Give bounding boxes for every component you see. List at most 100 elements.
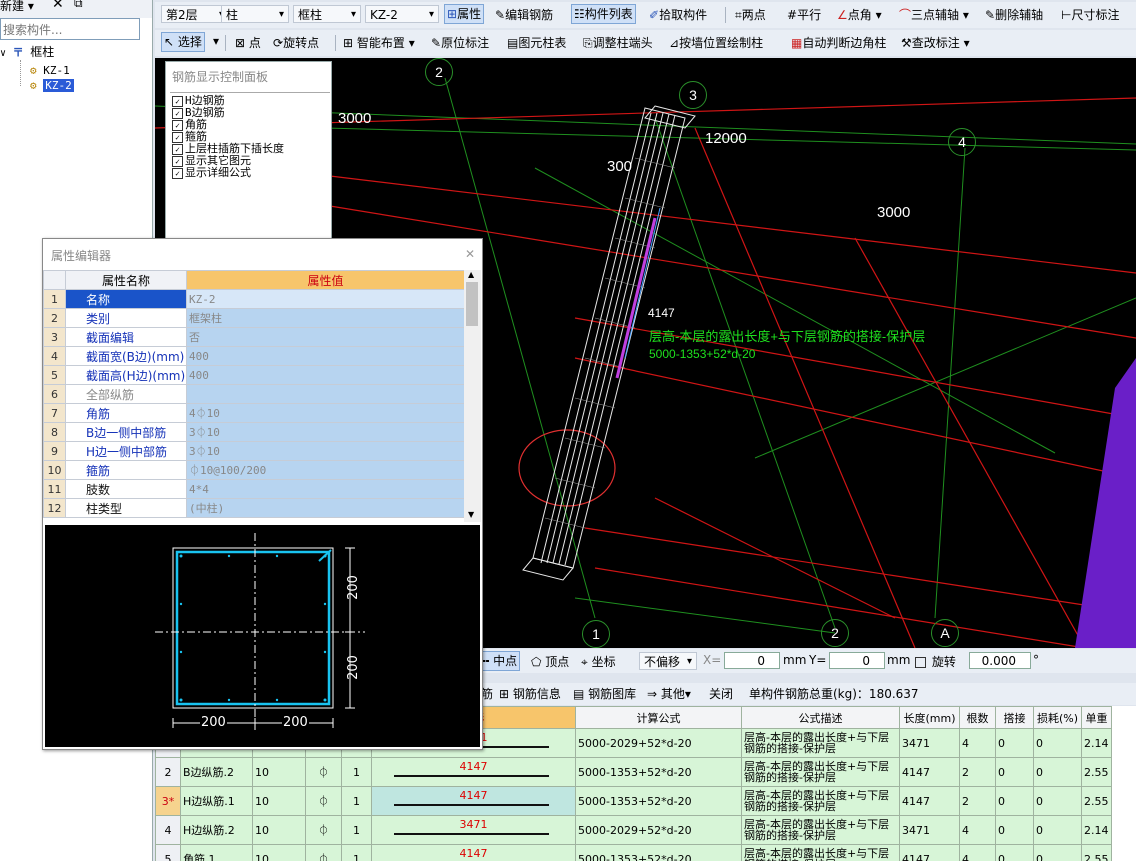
coord-button[interactable]: ⌖ 坐标 [581, 653, 616, 670]
cell-dia[interactable]: 10 [252, 786, 306, 816]
checkbox-detailed-formula[interactable]: ✓ 显示详细公式 [172, 167, 251, 179]
property-value[interactable]: 400 [186, 365, 465, 385]
cell-name[interactable]: H边纵筋.2 [180, 815, 253, 845]
cell-code[interactable]: 1 [341, 815, 372, 845]
tree-item-kz2[interactable]: ⚙ KZ-2 [30, 78, 74, 93]
cell-unit[interactable]: 2.14 [1081, 728, 1112, 758]
scroll-thumb[interactable] [466, 282, 478, 326]
cell-count[interactable]: 4 [959, 728, 996, 758]
expand-icon[interactable]: ∨ [0, 48, 6, 59]
cell-len[interactable]: 4147 [899, 786, 960, 816]
auto-corner-button[interactable]: ▦自动判断边角柱 [791, 34, 886, 51]
table-row[interactable]: 5 角筋.1 10 ⏀ 1 4147 5000-1353+52*d-20 层高-本层的露出长度… [155, 844, 1112, 861]
cell-desc[interactable]: 层高-本层的露出长度+与下层钢筋的搭接-保护层 [741, 757, 900, 787]
draw-by-wall-button[interactable]: ⊿按墙位置绘制柱 [669, 34, 763, 51]
cell-formula[interactable]: 5000-2029+52*d-20 [575, 728, 742, 758]
component-select[interactable]: KZ-2 [365, 5, 439, 24]
shape-cell[interactable]: 4147 [371, 786, 576, 816]
cell-formula[interactable]: 5000-2029+52*d-20 [575, 815, 742, 845]
subtype-select[interactable]: 框柱 [293, 5, 361, 24]
select-button[interactable]: ↖ 选择 [161, 32, 205, 52]
property-value[interactable]: (中柱) [186, 498, 465, 518]
property-value[interactable]: 3⏀10 [186, 441, 465, 461]
cell-grade[interactable]: ⏀ [305, 786, 342, 816]
cell-dia[interactable]: 10 [252, 757, 306, 787]
edit-rebar-button[interactable]: ✎编辑钢筋 [495, 6, 553, 23]
checkbox-icon[interactable] [915, 657, 926, 668]
property-row[interactable]: 1 名称 KZ-2 [43, 289, 465, 309]
cell-dia[interactable]: 10 [252, 815, 306, 845]
cell-lap[interactable]: 0 [995, 815, 1034, 845]
property-value[interactable]: KZ-2 [186, 289, 465, 309]
property-row[interactable]: 2 类别 框架柱 [43, 308, 465, 328]
property-row[interactable]: 6 全部纵筋 [43, 384, 465, 404]
close-icon[interactable]: ✕ [463, 247, 477, 261]
property-row[interactable]: 8 B边一侧中部筋 3⏀10 [43, 422, 465, 442]
rebar-info-button[interactable]: ⊞ 钢筋信息 [499, 685, 561, 702]
shape-cell[interactable]: 3471 [371, 815, 576, 845]
cell-loss[interactable]: 0 [1033, 757, 1082, 787]
cell-grade[interactable]: ⏀ [305, 815, 342, 845]
cell-formula[interactable]: 5000-1353+52*d-20 [575, 757, 742, 787]
property-value[interactable]: 3⏀10 [186, 422, 465, 442]
checkbox-icon[interactable]: ✓ [172, 131, 183, 143]
cell-len[interactable]: 4147 [899, 757, 960, 787]
three-point-axis-button[interactable]: ⌒三点辅轴 ▾ [899, 6, 969, 23]
close-button[interactable]: 关闭 [709, 685, 733, 702]
cell-name[interactable]: H边纵筋.1 [180, 786, 253, 816]
property-row[interactable]: 4 截面宽(B边)(mm) 400 [43, 346, 465, 366]
adjust-end-button[interactable]: ⎘调整柱端头 [583, 34, 653, 51]
property-value[interactable]: 否 [186, 327, 465, 347]
shape-cell[interactable]: 4147 [371, 844, 576, 861]
table-row[interactable]: 3* H边纵筋.1 10 ⏀ 1 4147 5000-1353+52*d-20 层高-本层的露… [155, 786, 1112, 816]
original-mark-button[interactable]: ✎原位标注 [431, 34, 489, 51]
delete-icon[interactable]: ✕ [52, 0, 64, 12]
checkbox-icon[interactable]: ✓ [172, 95, 183, 107]
parallel-button[interactable]: #平行 [787, 6, 821, 23]
pick-component-button[interactable]: ✐拾取构件 [649, 6, 707, 23]
property-scrollbar[interactable]: ▲ ▼ [464, 270, 481, 522]
rebar-library-button[interactable]: ▤ 钢筋图库 [573, 685, 636, 702]
cell-code[interactable]: 1 [341, 757, 372, 787]
cell-formula[interactable]: 5000-1353+52*d-20 [575, 786, 742, 816]
row-number[interactable]: 3* [155, 786, 181, 816]
property-row[interactable]: 9 H边一侧中部筋 3⏀10 [43, 441, 465, 461]
y-input[interactable]: 0 [829, 652, 885, 669]
cell-loss[interactable]: 0 [1033, 786, 1082, 816]
property-value[interactable]: ⏀10@100/200 [186, 460, 465, 480]
x-input[interactable]: 0 [724, 652, 780, 669]
midpoint-button[interactable]: ╍ 中点 [479, 651, 521, 671]
cell-unit[interactable]: 2.55 [1081, 844, 1112, 861]
cell-desc[interactable]: 层高-本层的露出长度+与下层钢筋的搭接-保护层 [741, 815, 900, 845]
property-row[interactable]: 10 箍筋 ⏀10@100/200 [43, 460, 465, 480]
row-number[interactable]: 5 [155, 844, 181, 861]
property-row[interactable]: 12 柱类型 (中柱) [43, 498, 465, 518]
property-row[interactable]: 11 肢数 4*4 [43, 479, 465, 499]
checkbox-icon[interactable]: ✓ [172, 167, 183, 179]
other-button[interactable]: ⇒ 其他▾ [647, 685, 691, 702]
cell-code[interactable]: 1 [341, 844, 372, 861]
property-row[interactable]: 7 角筋 4⏀10 [43, 403, 465, 423]
cell-lap[interactable]: 0 [995, 844, 1034, 861]
row-number[interactable]: 4 [155, 815, 181, 845]
point-button[interactable]: ⊠ 点 [235, 34, 261, 51]
search-input[interactable]: 搜索构件... [0, 18, 140, 40]
cell-lap[interactable]: 0 [995, 728, 1034, 758]
smart-layout-button[interactable]: ⊞ 智能布置 ▾ [343, 34, 415, 51]
cell-desc[interactable]: 层高-本层的露出长度+与下层钢筋的搭接-保护层 [741, 728, 900, 758]
modify-mark-button[interactable]: ⚒查改标注 ▾ [901, 34, 970, 51]
offset-select[interactable]: 不偏移 [639, 652, 697, 671]
cell-count[interactable]: 4 [959, 844, 996, 861]
cell-loss[interactable]: 0 [1033, 815, 1082, 845]
rotate-input[interactable]: 0.000 [969, 652, 1031, 669]
property-value[interactable] [186, 384, 465, 404]
property-value[interactable]: 4*4 [186, 479, 465, 499]
cell-unit[interactable]: 2.55 [1081, 757, 1112, 787]
cell-count[interactable]: 2 [959, 786, 996, 816]
checkbox-icon[interactable]: ✓ [172, 143, 183, 155]
copy-icon[interactable]: ⧉ [74, 0, 83, 11]
cell-loss[interactable]: 0 [1033, 728, 1082, 758]
cell-name[interactable]: 角筋.1 [180, 844, 253, 861]
property-row[interactable]: 5 截面高(H边)(mm) 400 [43, 365, 465, 385]
cell-len[interactable]: 4147 [899, 844, 960, 861]
